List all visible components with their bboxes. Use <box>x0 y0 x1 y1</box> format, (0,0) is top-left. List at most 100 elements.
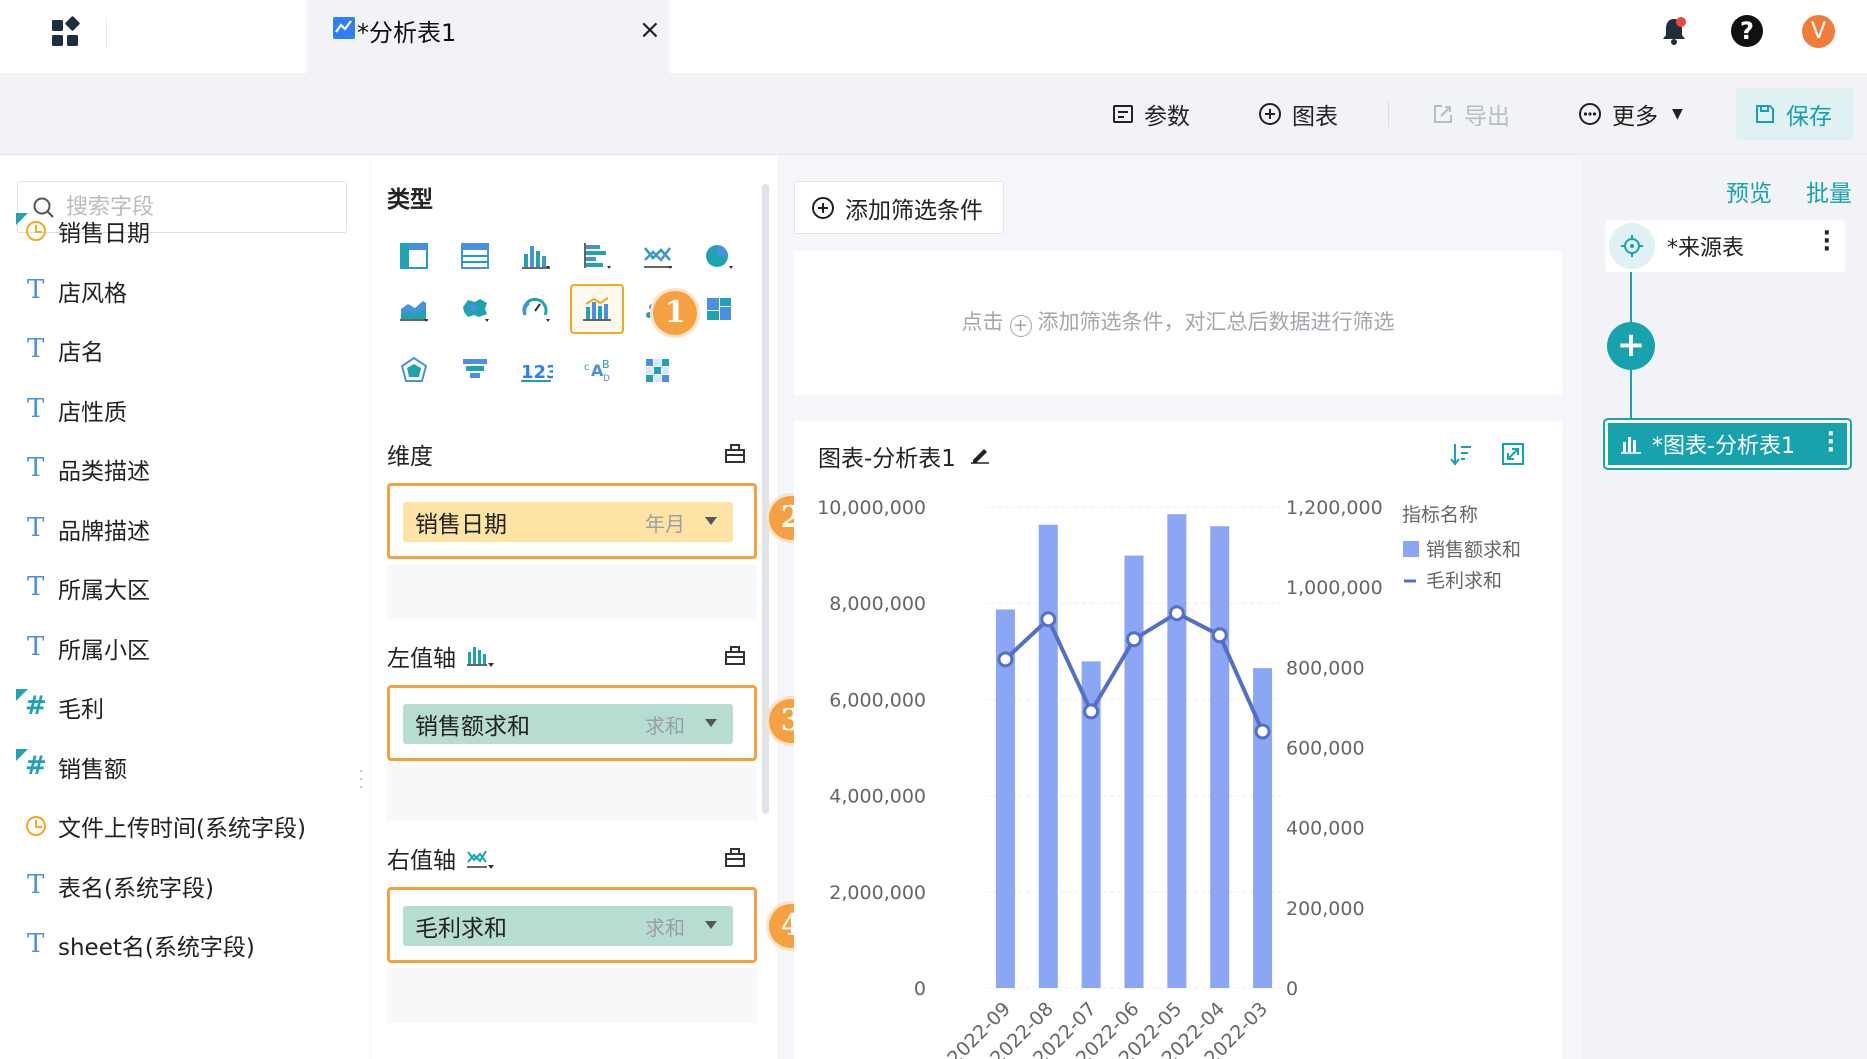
field-label: 销售额 <box>58 756 127 783</box>
field-item[interactable]: T 店风格 <box>0 271 340 311</box>
horizontal-bar-icon[interactable] <box>570 231 624 281</box>
detail-table-icon[interactable] <box>448 231 502 281</box>
dimension-field-label: 销售日期 <box>415 512 507 538</box>
svg-text:D: D <box>603 374 610 384</box>
text-type-icon: T <box>27 453 45 483</box>
left-axis-drop-zone[interactable]: 销售额求和 求和 <box>387 685 757 761</box>
map-icon[interactable] <box>448 284 502 334</box>
field-item[interactable]: Tsheet名(系统字段) <box>0 925 340 965</box>
bar <box>1038 524 1058 988</box>
right-axis-drop-zone[interactable]: 毛利求和 求和 <box>387 887 757 963</box>
right-axis-tick-label: 0 <box>1286 978 1298 1000</box>
field-label: 表名(系统字段) <box>58 875 214 902</box>
line-chart-icon[interactable] <box>631 231 685 281</box>
more-icon <box>1579 103 1601 125</box>
expand-icon[interactable] <box>1500 441 1526 467</box>
filter-drop-area[interactable]: 点击 + 添加筛选条件，对汇总后数据进行筛选 <box>794 251 1562 395</box>
field-item[interactable]: # 毛利 <box>0 687 340 727</box>
funnel-icon[interactable] <box>448 345 502 395</box>
pie-chart-icon[interactable] <box>692 231 746 281</box>
left-axis-title: 左值轴 <box>387 646 456 672</box>
more-menu-button[interactable]: 更多 ▼ <box>1578 95 1683 133</box>
chevron-down-icon[interactable] <box>705 719 717 727</box>
field-item[interactable]: 销售日期 <box>0 211 340 251</box>
left-axis-field-pill[interactable]: 销售额求和 求和 <box>403 704 733 744</box>
svg-text:123: 123 <box>521 362 553 383</box>
lock-icon[interactable] <box>723 442 747 466</box>
dimension-empty-area[interactable] <box>387 564 757 619</box>
right-axis-field-pill[interactable]: 毛利求和 求和 <box>403 906 733 946</box>
add-chart-button[interactable]: 图表 <box>1258 95 1338 133</box>
help-icon[interactable]: ? <box>1731 15 1763 47</box>
add-step-button[interactable]: + <box>1607 322 1655 370</box>
chevron-down-icon[interactable] <box>705 517 717 525</box>
filter-hint: 点击 + 添加筛选条件，对汇总后数据进行筛选 <box>794 306 1562 337</box>
field-label: 所属小区 <box>58 637 150 664</box>
date-type-icon <box>0 211 58 251</box>
combo-chart-icon[interactable] <box>570 284 624 334</box>
edit-pencil-icon[interactable] <box>969 443 991 465</box>
line-point <box>1211 627 1228 644</box>
batch-link[interactable]: 批量 <box>1806 174 1852 208</box>
add-filter-button[interactable]: 添加筛选条件 <box>794 181 1004 234</box>
field-item[interactable]: T 品类描述 <box>0 449 340 489</box>
field-list-panel: 销售日期T店风格T店名T店性质T品类描述T品牌描述T所属大区T所属小区#毛利#销… <box>0 156 370 1059</box>
dimension-agg-label: 年月 <box>645 511 685 536</box>
bar-chart-icon[interactable] <box>509 231 563 281</box>
bar <box>1210 526 1230 988</box>
gauge-icon[interactable] <box>509 284 563 334</box>
line-point <box>1254 723 1271 740</box>
apps-grid-icon[interactable] <box>50 16 82 48</box>
left-axis-empty-area[interactable] <box>387 766 757 821</box>
dimension-field-pill[interactable]: 销售日期 年月 <box>403 502 733 542</box>
chevron-down-icon[interactable] <box>705 921 717 929</box>
close-icon[interactable]: × <box>639 13 661 47</box>
treemap-icon[interactable] <box>692 284 746 334</box>
field-label: 店风格 <box>58 280 127 307</box>
save-button[interactable]: 保存 <box>1736 88 1854 140</box>
tab-title: *分析表1 <box>357 19 457 47</box>
kpi-number-icon[interactable]: 123 <box>509 345 563 395</box>
chart-config-panel: 类型 123 c A B D 1 维度 销售日期 年月 2 左值轴 销售额求和 … <box>371 156 813 1059</box>
word-cloud-icon[interactable]: cABD <box>570 345 624 395</box>
heatmap-icon[interactable] <box>631 345 685 395</box>
line-chart-icon[interactable] <box>466 846 496 870</box>
area-chart-icon[interactable] <box>387 284 441 334</box>
lock-icon[interactable] <box>723 846 747 870</box>
type-section-title: 类型 <box>387 187 433 213</box>
field-item[interactable]: T 品牌描述 <box>0 509 340 549</box>
chart-node[interactable]: *图表-分析表1 · · · <box>1603 418 1852 470</box>
bell-icon[interactable] <box>1661 16 1687 46</box>
right-axis-tick-label: 800,000 <box>1286 657 1365 679</box>
field-item[interactable]: T 表名(系统字段) <box>0 866 340 906</box>
cross-table-icon[interactable] <box>387 231 441 281</box>
lock-icon[interactable] <box>723 644 747 668</box>
text-type-icon: T <box>27 393 45 424</box>
scrollbar[interactable] <box>762 184 769 814</box>
left-axis-agg-label: 求和 <box>645 713 685 738</box>
left-axis-tick-label: 4,000,000 <box>829 786 926 808</box>
field-item[interactable]: T 所属大区 <box>0 568 340 608</box>
dimension-drop-zone[interactable]: 销售日期 年月 <box>387 483 757 559</box>
bar-chart-icon[interactable] <box>466 644 496 668</box>
tab-analysis-1[interactable]: *分析表1 × <box>307 0 669 73</box>
panel-resize-handle[interactable]: · · · <box>359 765 363 795</box>
right-axis-empty-area[interactable] <box>387 968 757 1023</box>
more-vertical-icon[interactable]: · · · <box>1827 424 1835 462</box>
more-vertical-icon[interactable]: · · · <box>1823 223 1831 261</box>
field-item[interactable]: T 店性质 <box>0 390 340 430</box>
preview-link[interactable]: 预览 <box>1726 174 1772 208</box>
source-table-node[interactable]: *来源表 · · · <box>1605 220 1845 272</box>
left-axis-tick-label: 2,000,000 <box>829 882 926 904</box>
field-item[interactable]: T 店名 <box>0 330 340 370</box>
left-axis-tick-label: 10,000,000 <box>817 497 926 519</box>
radar-icon[interactable] <box>387 345 441 395</box>
left-axis-tick-label: 8,000,000 <box>829 593 926 615</box>
field-item[interactable]: T 所属小区 <box>0 628 340 668</box>
avatar[interactable]: V <box>1802 15 1835 48</box>
params-button[interactable]: 参数 <box>1112 95 1190 133</box>
field-item[interactable]: # 销售额 <box>0 747 340 787</box>
sort-icon[interactable] <box>1449 441 1475 467</box>
export-button[interactable]: 导出 <box>1432 95 1510 133</box>
field-item[interactable]: 文件上传时间(系统字段) <box>0 806 340 846</box>
